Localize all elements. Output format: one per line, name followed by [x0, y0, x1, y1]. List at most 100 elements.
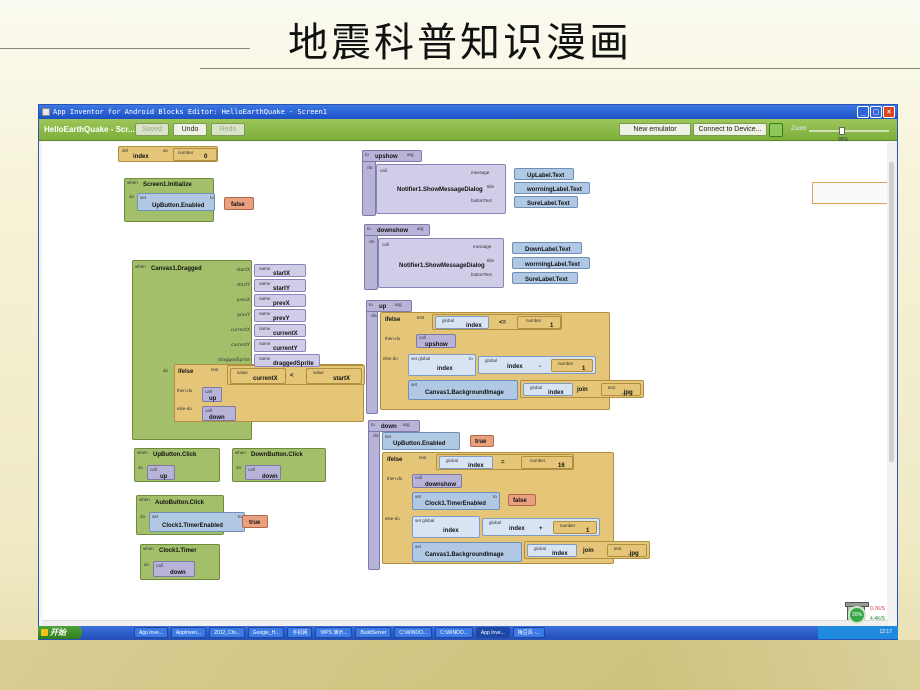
notifier-call-block[interactable]: call Notifier1.ShowMessageDialog message… [378, 238, 504, 288]
getter-block[interactable]: worrningLabel.Text [512, 257, 590, 269]
text-block[interactable]: text .jpg [601, 383, 641, 396]
taskbar-item[interactable]: AppInven... [170, 627, 207, 638]
true-block[interactable]: true [470, 435, 494, 447]
set-global-block[interactable]: set global index [412, 516, 480, 538]
notifier-call-block[interactable]: call Notifier1.ShowMessageDialog message… [376, 164, 506, 214]
plus-block[interactable]: global index + number 1 [482, 518, 600, 536]
value-block[interactable]: value currentX [230, 368, 286, 384]
number-block[interactable]: number 1 [553, 521, 597, 534]
set-background-block[interactable]: set Canvas1.BackgroundImage [408, 380, 518, 400]
text-block[interactable]: text .jpg [607, 544, 647, 557]
param-name-block[interactable]: name prevX [254, 294, 306, 307]
call-target: down [262, 474, 278, 480]
call-down-block[interactable]: call down [202, 406, 236, 421]
call-up-block[interactable]: call up [202, 387, 222, 402]
true-block[interactable]: true [242, 515, 268, 528]
number-block[interactable]: number 16 [521, 456, 573, 469]
number-block[interactable]: number 1 [517, 316, 561, 329]
arg-label: buttonText [471, 272, 492, 277]
workspace-minimap[interactable] [812, 182, 888, 204]
param-name-block[interactable]: name startX [254, 264, 306, 277]
getter-block[interactable]: UpLabel.Text [514, 168, 574, 180]
compare-block[interactable]: global index <= number 1 [432, 314, 562, 330]
zoom-slider-handle[interactable] [839, 127, 845, 135]
zoom-slider-track[interactable] [809, 130, 889, 132]
taskbar-item[interactable]: C:\WINDO... [394, 627, 433, 638]
blocks-workspace[interactable]: def index as number 0 when Screen1.Initi… [42, 142, 888, 631]
global-keyword: global [442, 318, 455, 323]
name-keyword: name [259, 296, 271, 301]
screen-initialize-block[interactable]: when Screen1.Initialize do set UpButton.… [124, 178, 215, 222]
undo-button[interactable]: Undo [173, 123, 207, 136]
call-block[interactable]: call down [153, 561, 195, 577]
taskbar-item[interactable]: 梅豆风 -... [512, 627, 545, 638]
compare-block[interactable]: value currentX < value startX [227, 365, 365, 385]
set-block[interactable]: set Clock1.TimerEnabled to [149, 512, 245, 532]
window-titlebar[interactable]: App Inventor for Android Blocks Editor: … [39, 105, 897, 119]
value-block[interactable]: value startX [306, 368, 362, 384]
taskbar-item[interactable]: BuildServer [355, 627, 392, 638]
set-background-block[interactable]: set Canvas1.BackgroundImage [412, 542, 522, 562]
join-block[interactable]: global index join text .jpg [524, 541, 650, 559]
set-block[interactable]: set UpButton.Enabled [382, 432, 460, 450]
param-name-block[interactable]: name draggedSprite [254, 354, 320, 367]
call-downshow-block[interactable]: call downshow [412, 474, 462, 488]
global-getter[interactable]: global index [527, 544, 577, 557]
close-button[interactable]: × [883, 106, 895, 118]
number-block[interactable]: number 1 [551, 359, 593, 372]
param-name-block[interactable]: name prevY [254, 309, 306, 322]
when-keyword: when [135, 264, 146, 269]
global-getter[interactable]: global index [439, 456, 493, 469]
vertical-scrollbar[interactable] [887, 142, 897, 620]
global-getter[interactable]: global index [435, 316, 489, 329]
network-speed-widget[interactable]: 20% 0.7K/S 4.4K/S [820, 604, 896, 626]
taskbar-item[interactable]: C:\WINDO... [435, 627, 473, 638]
upshow-header[interactable]: to upshow arg [362, 150, 422, 162]
set-block[interactable]: set UpButton.Enabled to [137, 193, 215, 211]
global-getter[interactable]: global index [523, 383, 573, 396]
phone-icon[interactable] [769, 123, 783, 137]
redo-button[interactable]: Redo [211, 123, 245, 136]
minus-block[interactable]: global index - number 1 [478, 356, 596, 374]
getter-block[interactable]: DownLabel.Text [512, 242, 582, 254]
upbutton-click-block[interactable]: when UpButton.Click do call up [134, 448, 220, 482]
saved-button[interactable]: Saved [135, 123, 169, 136]
join-block[interactable]: global index join text .jpg [520, 380, 644, 398]
up-header[interactable]: to up arg [366, 300, 412, 312]
set-timer-block[interactable]: set Clock1.TimerEnabled to [412, 492, 500, 510]
minimize-button[interactable]: _ [857, 106, 869, 118]
param-name-block[interactable]: name startY [254, 279, 306, 292]
start-button[interactable]: 开始 [38, 626, 82, 639]
call-block[interactable]: call down [245, 465, 281, 480]
set-global-block[interactable]: set global index to [408, 354, 476, 376]
new-emulator-button[interactable]: New emulator [619, 123, 691, 136]
zoom-label: Zoom [791, 126, 807, 132]
down-header[interactable]: to down arg [368, 420, 420, 432]
compare-block[interactable]: global index = number 16 [436, 454, 574, 470]
param-name-block[interactable]: name currentY [254, 339, 306, 352]
false-block[interactable]: false [224, 197, 254, 210]
down-proc-block[interactable] [368, 420, 380, 570]
connect-device-button[interactable]: Connect to Device... [693, 123, 767, 136]
maximize-button[interactable]: □ [870, 106, 882, 118]
param-name: startY [273, 286, 291, 292]
false-block[interactable]: false [508, 494, 536, 506]
autobutton-click-block[interactable]: when AutoButton.Click do set Clock1.Time… [136, 495, 245, 535]
taskbar-item[interactable]: App Inve... [475, 627, 510, 638]
taskbar-item[interactable]: App Inve... [134, 627, 168, 638]
taskbar-item[interactable]: WPS 演示... [315, 627, 353, 638]
taskbar-item[interactable]: Google_H... [247, 627, 285, 638]
taskbar-item[interactable]: 2012_Chi... [209, 627, 245, 638]
call-block[interactable]: call up [147, 465, 175, 480]
getter-block[interactable]: worrningLabel.Text [514, 182, 590, 194]
number-block[interactable]: number 0 [173, 148, 217, 161]
getter-block[interactable]: SureLabel.Text [514, 196, 578, 208]
taskbar-item[interactable]: 手机网 [287, 627, 313, 638]
downbutton-click-block[interactable]: when DownButton.Click do call down [232, 448, 326, 482]
def-index-block[interactable]: def index as number 0 [118, 146, 218, 162]
downshow-header[interactable]: to downshow arg [364, 224, 430, 236]
call-upshow-block[interactable]: call upshow [416, 334, 456, 348]
clock-timer-block[interactable]: when Clock1.Timer do call down [140, 544, 220, 580]
param-name-block[interactable]: name currentX [254, 324, 306, 337]
getter-block[interactable]: SureLabel.Text [512, 272, 578, 284]
